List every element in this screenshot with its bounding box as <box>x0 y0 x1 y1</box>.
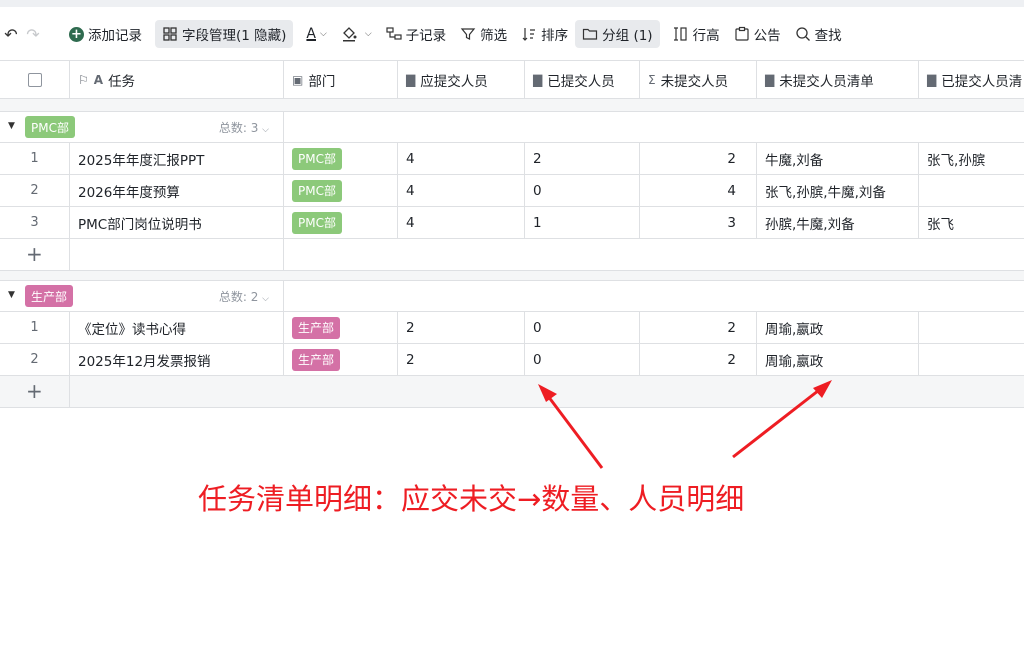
annotation-arrow-left <box>543 391 604 469</box>
annotation-arrow-right <box>732 385 824 459</box>
annotation-arrow-right-head <box>813 380 832 398</box>
annotation-arrow-left-head <box>538 384 557 402</box>
annotation-text: 任务清单明细：应交未交→数量、人员明细 <box>198 482 745 516</box>
annotation-arrows <box>538 380 832 469</box>
